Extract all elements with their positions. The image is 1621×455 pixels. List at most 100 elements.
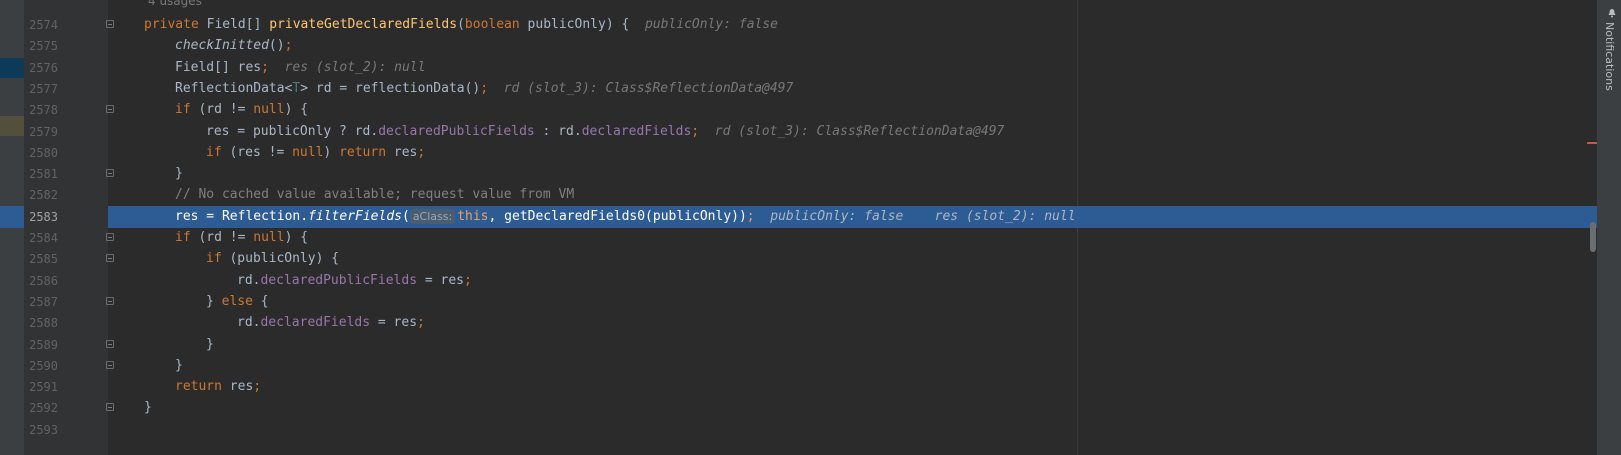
fold-marker-icon[interactable] xyxy=(106,339,114,348)
fold-marker-icon[interactable] xyxy=(106,296,114,305)
code-token: res = publicOnly ? rd. xyxy=(206,123,379,139)
line-number[interactable]: 2593 xyxy=(24,419,58,441)
code-text[interactable]: if (rd != null) { xyxy=(175,99,308,121)
code-line[interactable]: 2580 if (res != null) return res; xyxy=(0,142,1597,164)
line-number[interactable]: 2583 xyxy=(24,205,58,228)
current-execution-line[interactable]: 2583 res = Reflection.filterFields(aClass… xyxy=(0,205,1597,228)
code-text[interactable]: } xyxy=(175,163,183,185)
code-line[interactable]: 2582 // No cached value available; reques… xyxy=(0,184,1597,206)
bell-icon[interactable] xyxy=(1607,8,1617,18)
code-token: null xyxy=(292,144,324,160)
scrollbar-thumb[interactable] xyxy=(1590,222,1596,252)
line-number[interactable]: 2576 xyxy=(24,57,58,79)
line-number[interactable]: 2588 xyxy=(24,312,58,334)
code-line[interactable]: 2586 rd.declaredPublicFields = res; xyxy=(0,270,1597,292)
code-token: ; xyxy=(691,123,700,139)
line-number[interactable]: 2579 xyxy=(24,121,58,143)
code-line[interactable]: 2576 Field[] res; res (slot_2): null xyxy=(0,57,1597,79)
code-text[interactable]: checkInitted(); xyxy=(175,35,292,57)
notifications-tab[interactable]: Notifications xyxy=(1603,22,1616,91)
code-line[interactable]: 2589} xyxy=(0,334,1597,356)
code-token: privateGetDeclaredFields xyxy=(269,17,458,32)
line-number[interactable]: 2591 xyxy=(24,376,58,398)
code-text[interactable]: ReflectionData<T> rd = reflectionData();… xyxy=(175,78,793,100)
line-number[interactable]: 2582 xyxy=(24,184,58,206)
code-line[interactable]: 2588 rd.declaredFields = res; xyxy=(0,312,1597,334)
code-token: ; xyxy=(746,208,755,224)
code-text[interactable]: res = publicOnly ? rd.declaredPublicFiel… xyxy=(206,121,1004,143)
code-line[interactable]: 2578 if (rd != null) { xyxy=(0,99,1597,121)
code-text[interactable]: rd.declaredFields = res; xyxy=(237,312,425,334)
code-text[interactable]: } xyxy=(206,334,214,356)
code-token: ReflectionData< xyxy=(175,80,293,96)
code-token: res xyxy=(393,144,418,160)
code-token: ) { xyxy=(284,102,309,118)
code-line[interactable]: 2574 private Field[] privateGetDeclaredFi… xyxy=(0,14,1597,36)
line-number[interactable]: 2578 xyxy=(24,99,58,121)
code-token: declaredFields xyxy=(581,123,692,139)
fold-marker-icon[interactable] xyxy=(106,105,114,114)
code-line[interactable]: 2593 xyxy=(0,419,1597,441)
code-token: rd. xyxy=(237,315,261,331)
code-text[interactable]: rd.declaredPublicFields = res; xyxy=(237,270,472,292)
line-number[interactable]: 2577 xyxy=(24,78,58,100)
inline-debug-value: rd (slot_3): Class$ReflectionData@497 xyxy=(503,80,794,96)
usages-hint[interactable]: 4 usages xyxy=(148,0,202,8)
code-text[interactable]: } xyxy=(175,355,183,377)
code-text[interactable]: return res; xyxy=(175,376,261,398)
code-token: null xyxy=(253,230,285,245)
code-token: (rd != xyxy=(198,230,254,245)
code-line[interactable]: 2575 checkInitted(); xyxy=(0,35,1597,57)
line-number[interactable]: 2590 xyxy=(24,355,58,377)
fold-marker-icon[interactable] xyxy=(106,254,114,263)
code-token: > rd = reflectionData() xyxy=(300,80,481,96)
code-token: } xyxy=(144,400,152,416)
inline-debug-value: publicOnly: false res (slot_2): null xyxy=(770,208,1076,224)
code-token: null xyxy=(253,102,285,118)
code-text[interactable]: private Field[] privateGetDeclaredFields… xyxy=(144,14,778,36)
code-text[interactable]: // No cached value available; request va… xyxy=(175,184,574,206)
code-token: private xyxy=(144,17,207,32)
code-token: , getDeclaredFields0(publicOnly)) xyxy=(488,208,747,224)
fold-marker-icon[interactable] xyxy=(106,169,114,178)
code-token: rd. xyxy=(237,272,261,288)
code-text[interactable]: } xyxy=(144,397,152,419)
code-line[interactable]: 2584 if (rd != null) { xyxy=(0,227,1597,249)
fold-marker-icon[interactable] xyxy=(106,20,114,28)
code-text[interactable]: res = Reflection.filterFields(aClass: thi… xyxy=(175,206,1076,228)
line-number[interactable]: 2584 xyxy=(24,227,58,249)
code-text[interactable]: Field[] res; res (slot_2): null xyxy=(175,57,425,79)
code-text[interactable]: if (publicOnly) { xyxy=(206,248,339,270)
code-text[interactable]: if (rd != null) { xyxy=(175,227,308,249)
code-token: ; xyxy=(480,80,489,96)
inline-debug-value: res (slot_2): null xyxy=(284,59,426,75)
code-line[interactable]: 2577 ReflectionData<T> rd = reflectionDat… xyxy=(0,78,1597,100)
line-number[interactable]: 2580 xyxy=(24,142,58,164)
line-number[interactable]: 2592 xyxy=(24,397,58,419)
code-line[interactable]: 2587 } else { xyxy=(0,291,1597,313)
fold-marker-icon[interactable] xyxy=(106,233,114,241)
line-number[interactable]: 2581 xyxy=(24,163,58,185)
code-text[interactable]: } else { xyxy=(206,291,269,313)
line-number[interactable]: 2574 xyxy=(24,14,58,36)
code-line[interactable]: 2581} xyxy=(0,163,1597,185)
fold-marker-icon[interactable] xyxy=(106,360,114,369)
line-number[interactable]: 2575 xyxy=(24,35,58,57)
code-line[interactable]: 2579 res = publicOnly ? rd.declaredPublic… xyxy=(0,121,1597,143)
code-token: = res xyxy=(370,315,418,331)
code-token: } xyxy=(175,357,183,373)
line-number[interactable]: 2585 xyxy=(24,248,58,270)
code-line[interactable]: 2591 return res; xyxy=(0,376,1597,398)
code-text[interactable]: if (res != null) return res; xyxy=(206,142,425,164)
line-number[interactable]: 2587 xyxy=(24,291,58,313)
fold-marker-icon[interactable] xyxy=(106,403,114,412)
code-line[interactable]: 2585 if (publicOnly) { xyxy=(0,248,1597,270)
line-number[interactable]: 2589 xyxy=(24,334,58,356)
code-line[interactable]: 2590} xyxy=(0,355,1597,377)
code-line[interactable]: 2592} xyxy=(0,397,1597,419)
code-token: res xyxy=(229,379,254,395)
line-number[interactable]: 2586 xyxy=(24,270,58,292)
code-token: ) { xyxy=(284,230,309,245)
